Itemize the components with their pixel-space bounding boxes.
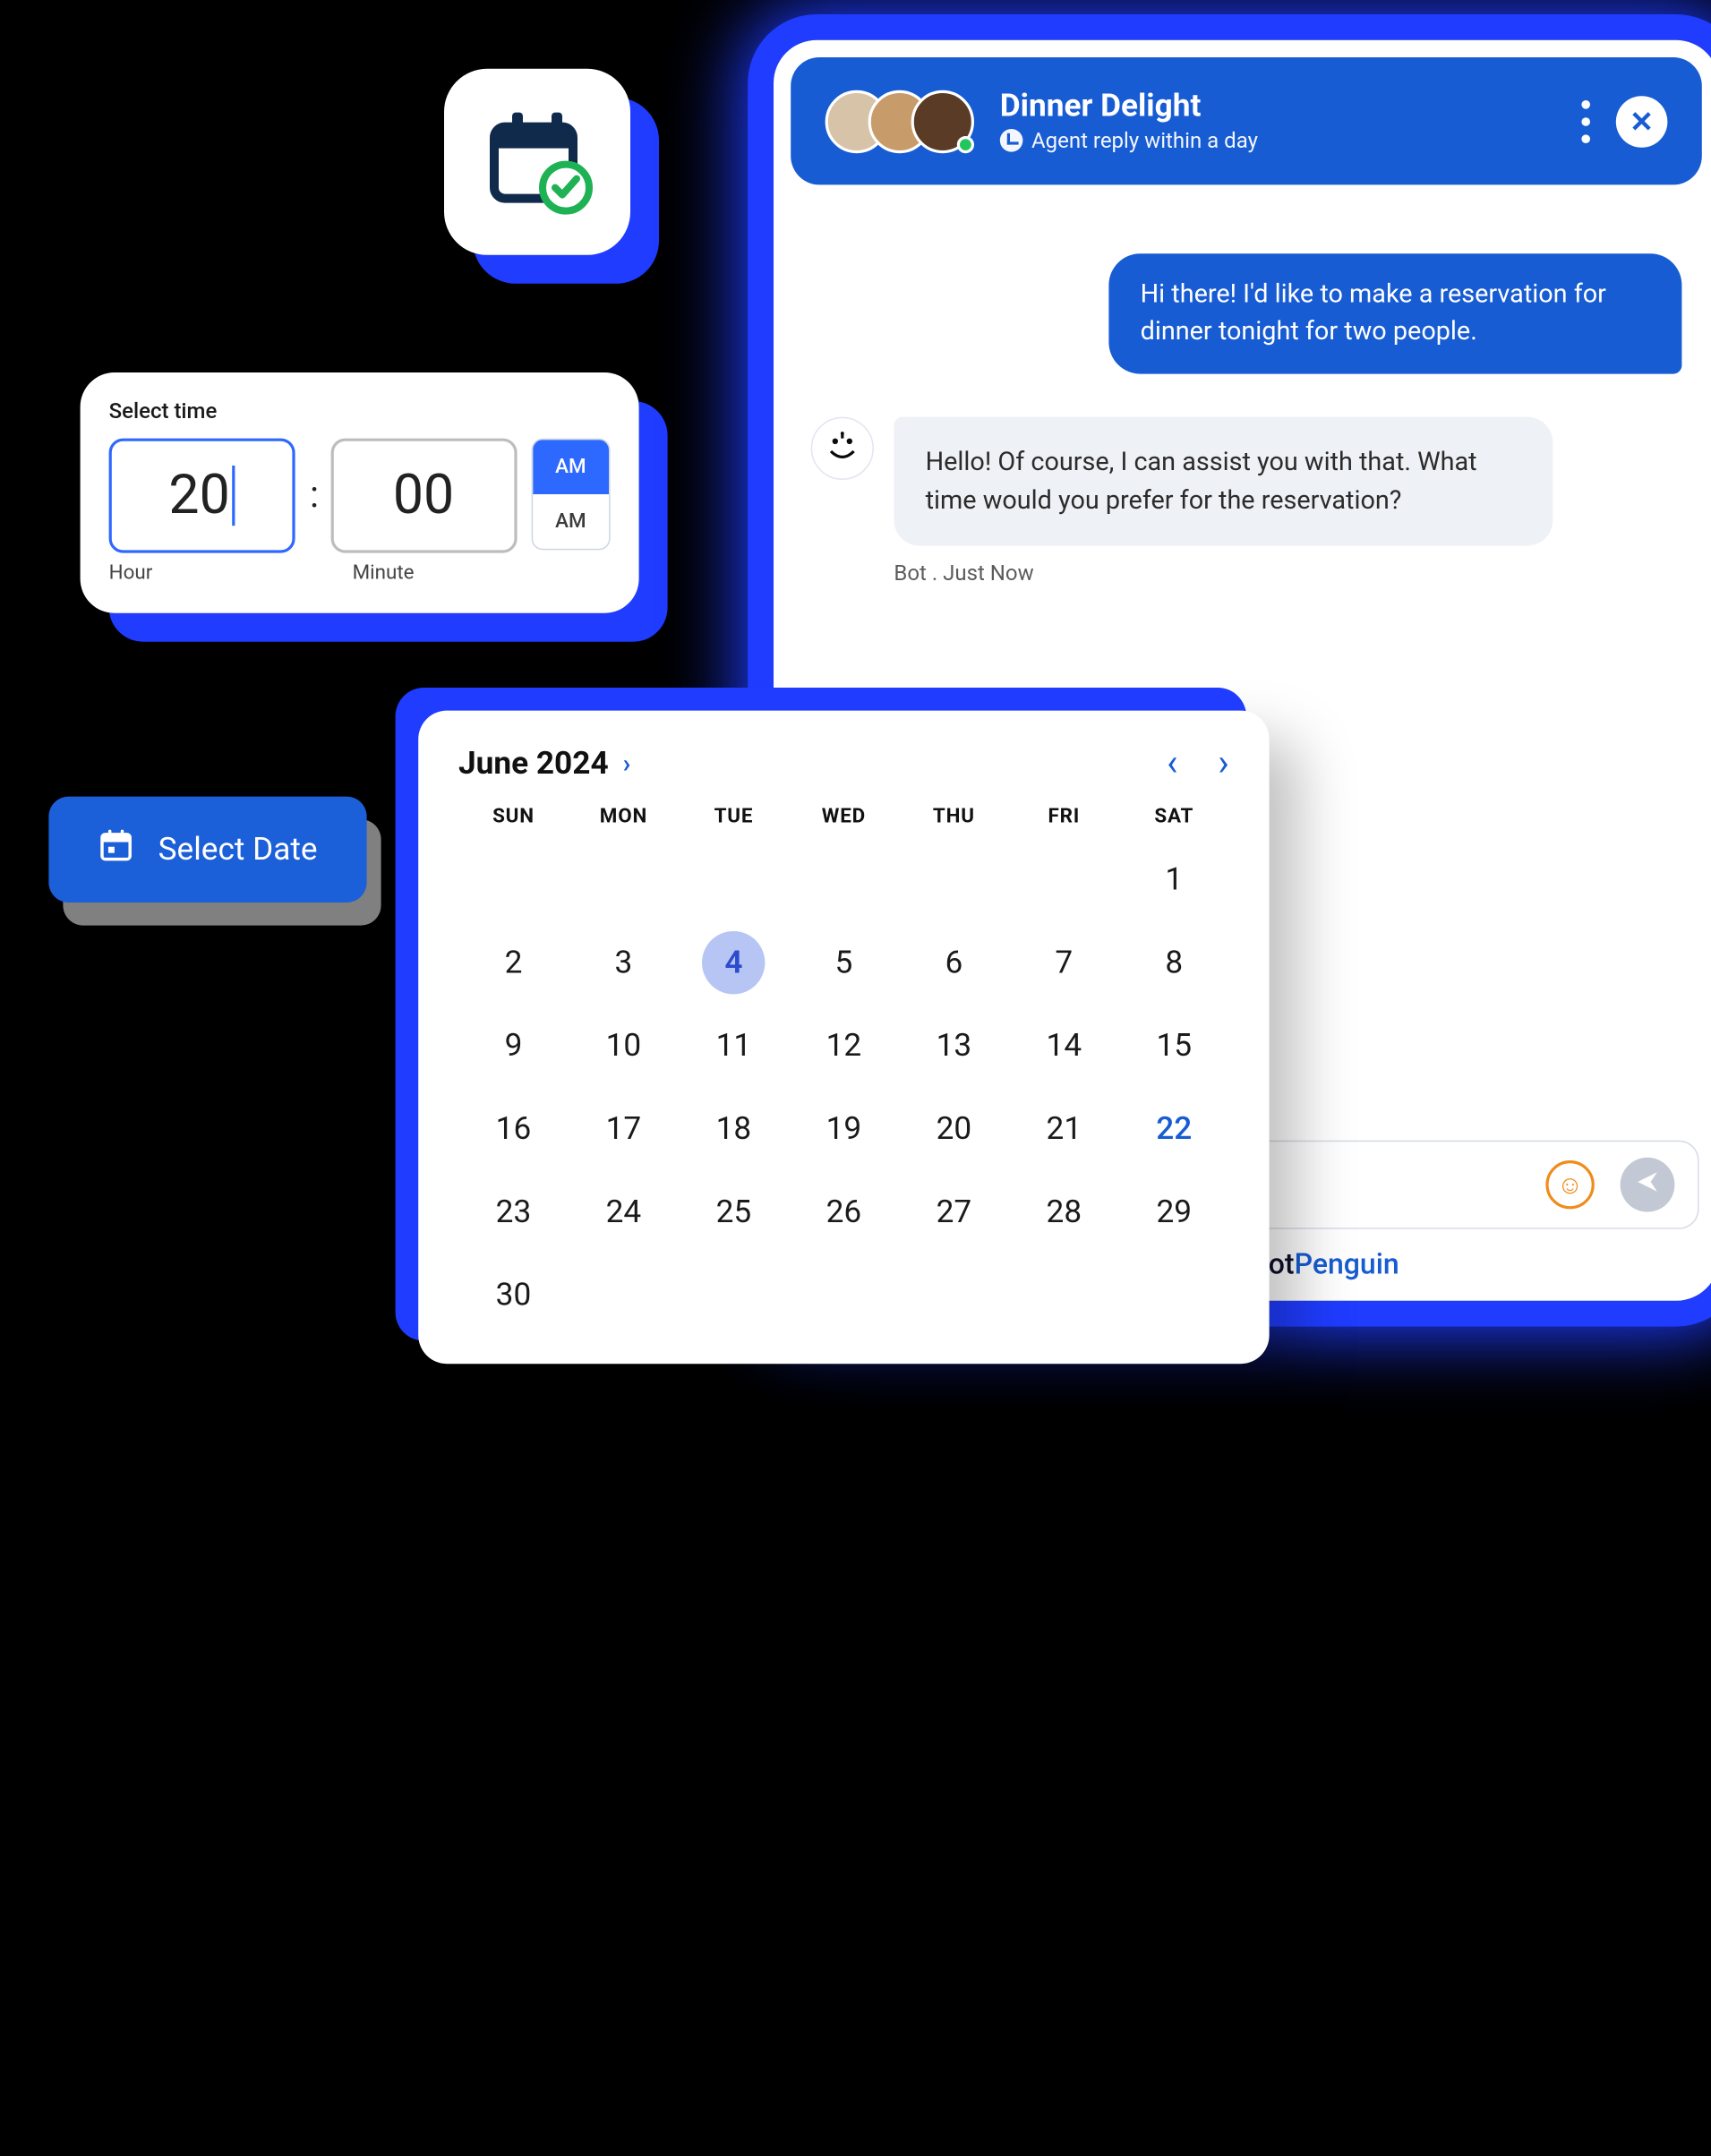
- calendar-blank: [899, 848, 1009, 911]
- select-date-label: Select Date: [158, 832, 318, 868]
- brand-name[interactable]: BotPenguin: [1251, 1246, 1399, 1280]
- close-button[interactable]: ✕: [1616, 95, 1668, 147]
- clock-icon: [1000, 129, 1023, 152]
- calendar-day[interactable]: 8: [1119, 931, 1229, 994]
- calendar-day[interactable]: 24: [569, 1180, 679, 1243]
- calendar-month-button[interactable]: June 2024 ›: [458, 746, 630, 782]
- calendar-blank: [458, 848, 569, 911]
- calendar-day[interactable]: 25: [679, 1180, 789, 1243]
- calendar-day[interactable]: 14: [1009, 1014, 1119, 1077]
- calendar-day[interactable]: 15: [1119, 1014, 1229, 1077]
- calendar-card: June 2024 › ‹ › SUNMONTUEWEDTHUFRISAT123…: [418, 711, 1269, 1365]
- hour-label: Hour: [109, 561, 298, 585]
- time-colon: :: [310, 475, 316, 518]
- calendar-day[interactable]: 3: [569, 931, 679, 994]
- calendar-day[interactable]: 13: [899, 1014, 1009, 1077]
- calendar-icon: [98, 826, 135, 872]
- calendar-dow: SAT: [1119, 805, 1229, 828]
- calendar-day[interactable]: 28: [1009, 1180, 1119, 1243]
- chevron-right-icon: ›: [623, 749, 631, 779]
- calendar-day[interactable]: 20: [899, 1098, 1009, 1160]
- chat-subtitle: Agent reply within a day: [1000, 127, 1556, 153]
- calendar-blank: [1009, 848, 1119, 911]
- calendar-day[interactable]: 27: [899, 1180, 1009, 1243]
- chat-title: Dinner Delight: [1000, 89, 1556, 124]
- ampm-am-top[interactable]: AM: [533, 440, 609, 494]
- calendar-day[interactable]: 11: [679, 1014, 789, 1077]
- calendar-day[interactable]: 4: [702, 931, 765, 994]
- calendar-blank: [569, 848, 679, 911]
- calendar-dow: SUN: [458, 805, 569, 828]
- user-message: Hi there! I'd like to make a reservation…: [1108, 253, 1681, 374]
- send-button[interactable]: [1621, 1158, 1675, 1212]
- calendar-day[interactable]: 30: [458, 1263, 569, 1326]
- calendar-dow: WED: [789, 805, 899, 828]
- emoji-button[interactable]: ☺: [1545, 1160, 1594, 1209]
- calendar-day[interactable]: 1: [1119, 848, 1229, 911]
- calendar-prev-button[interactable]: ‹: [1167, 742, 1178, 785]
- calendar-day[interactable]: 10: [569, 1014, 679, 1077]
- avatar: [911, 90, 974, 152]
- calendar-day[interactable]: 2: [458, 931, 569, 994]
- calendar-next-button[interactable]: ›: [1218, 742, 1229, 785]
- calendar-day[interactable]: 21: [1009, 1098, 1119, 1160]
- time-picker-card: Select time 20 : 00 AM AM Hour Minute: [81, 372, 639, 613]
- calendar-day[interactable]: 17: [569, 1098, 679, 1160]
- calendar-day[interactable]: 19: [789, 1098, 899, 1160]
- calendar-day[interactable]: 6: [899, 931, 1009, 994]
- more-menu-icon[interactable]: [1581, 99, 1590, 142]
- agent-avatars: [826, 90, 974, 152]
- chat-header: Dinner Delight Agent reply within a day …: [791, 57, 1702, 184]
- time-picker-title: Select time: [109, 398, 611, 424]
- bot-avatar: [811, 417, 874, 480]
- calendar-day[interactable]: 22: [1119, 1098, 1229, 1160]
- calendar-check-tile: [444, 69, 630, 255]
- select-date-button[interactable]: Select Date: [48, 797, 366, 903]
- calendar-dow: TUE: [679, 805, 789, 828]
- ampm-toggle[interactable]: AM AM: [531, 439, 610, 551]
- calendar-blank: [679, 848, 789, 911]
- calendar-day[interactable]: 7: [1009, 931, 1119, 994]
- calendar-day[interactable]: 23: [458, 1180, 569, 1243]
- bot-message-meta: Bot . Just Now: [894, 560, 1681, 586]
- calendar-day[interactable]: 16: [458, 1098, 569, 1160]
- minute-label: Minute: [353, 561, 542, 585]
- calendar-grid: SUNMONTUEWEDTHUFRISAT1234567891011121314…: [458, 805, 1229, 1326]
- calendar-month-label: June 2024: [458, 746, 609, 782]
- hour-input[interactable]: 20: [109, 439, 295, 553]
- calendar-dow: THU: [899, 805, 1009, 828]
- online-dot-icon: [957, 135, 974, 152]
- close-icon: ✕: [1630, 104, 1654, 138]
- calendar-day[interactable]: 5: [789, 931, 899, 994]
- minute-input[interactable]: 00: [330, 439, 517, 553]
- chat-subtitle-text: Agent reply within a day: [1031, 127, 1258, 153]
- calendar-dow: FRI: [1009, 805, 1119, 828]
- calendar-day[interactable]: 9: [458, 1014, 569, 1077]
- calendar-day[interactable]: 12: [789, 1014, 899, 1077]
- calendar-day[interactable]: 18: [679, 1098, 789, 1160]
- hour-value: 20: [168, 464, 229, 526]
- minute-value: 00: [393, 464, 454, 526]
- calendar-dow: MON: [569, 805, 679, 828]
- ampm-am-bottom[interactable]: AM: [533, 494, 609, 549]
- calendar-blank: [789, 848, 899, 911]
- calendar-check-icon: [480, 102, 595, 222]
- send-icon: [1635, 1169, 1661, 1201]
- bot-message: Hello! Of course, I can assist you with …: [894, 417, 1553, 546]
- emoji-icon: ☺: [1557, 1169, 1583, 1200]
- calendar-day[interactable]: 29: [1119, 1180, 1229, 1243]
- calendar-day[interactable]: 26: [789, 1180, 899, 1243]
